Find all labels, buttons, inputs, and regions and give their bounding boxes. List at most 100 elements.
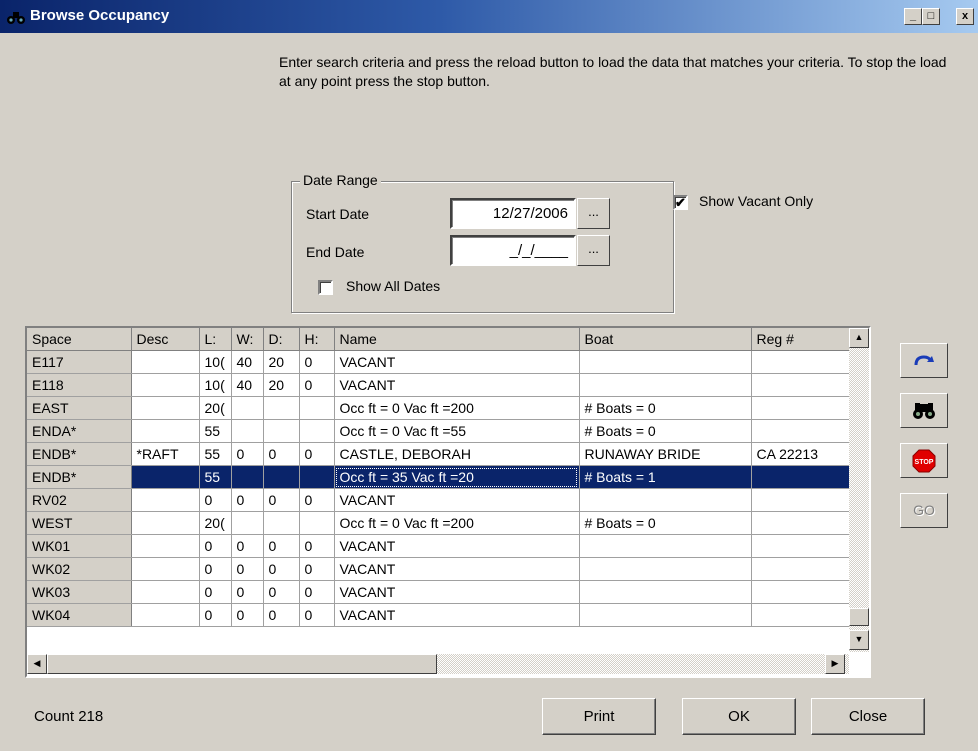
column-header-l[interactable]: L: — [199, 328, 232, 351]
scroll-right-arrow[interactable]: ▶ — [825, 654, 845, 674]
column-header-reg[interactable]: Reg # — [751, 328, 850, 351]
table-cell[interactable]: 0 — [263, 442, 300, 466]
table-cell[interactable]: 0 — [299, 557, 335, 581]
table-cell[interactable]: 55 — [199, 419, 232, 443]
table-cell[interactable]: EAST — [27, 396, 132, 420]
table-cell[interactable]: 0 — [299, 350, 335, 374]
table-cell[interactable] — [579, 373, 752, 397]
table-cell[interactable]: 0 — [263, 488, 300, 512]
table-cell[interactable]: 0 — [299, 488, 335, 512]
table-cell[interactable]: # Boats = 0 — [579, 511, 752, 535]
table-cell[interactable] — [579, 534, 752, 558]
table-cell[interactable]: CA 22213 — [751, 442, 850, 466]
table-cell[interactable]: 0 — [263, 534, 300, 558]
stop-button[interactable]: STOP — [900, 443, 948, 478]
table-cell[interactable]: 0 — [231, 442, 264, 466]
table-cell[interactable] — [231, 511, 264, 535]
table-cell[interactable]: VACANT — [334, 488, 580, 512]
table-cell[interactable]: WK03 — [27, 580, 132, 604]
table-row[interactable]: ENDA* 55 Occ ft = 0 Vac ft =55 # Boats = 0 — [27, 419, 850, 443]
table-cell[interactable] — [131, 419, 200, 443]
table-cell[interactable]: 0 — [299, 534, 335, 558]
table-cell[interactable]: WK01 — [27, 534, 132, 558]
table-cell[interactable]: ENDA* — [27, 419, 132, 443]
table-cell[interactable]: 0 — [199, 488, 232, 512]
table-cell[interactable]: 0 — [299, 442, 335, 466]
table-cell[interactable] — [579, 350, 752, 374]
scroll-up-arrow[interactable]: ▲ — [849, 328, 869, 348]
table-cell[interactable]: 55 — [199, 465, 232, 489]
table-cell[interactable] — [751, 557, 850, 581]
table-cell[interactable] — [299, 419, 335, 443]
go-button[interactable]: GO — [900, 493, 948, 528]
table-cell[interactable]: VACANT — [334, 534, 580, 558]
table-row[interactable]: WK04 0 0 0 0 VACANT — [27, 603, 850, 627]
table-cell[interactable]: Occ ft = 0 Vac ft =200 — [334, 511, 580, 535]
table-cell[interactable] — [263, 511, 300, 535]
table-cell[interactable]: WK04 — [27, 603, 132, 627]
table-cell[interactable]: RV02 — [27, 488, 132, 512]
table-cell[interactable]: WEST — [27, 511, 132, 535]
table-cell[interactable]: 40 — [231, 373, 264, 397]
horizontal-scrollbar[interactable]: ◀ ▶ — [27, 654, 849, 674]
start-date-field[interactable]: 12/27/2006 — [450, 198, 576, 229]
table-cell[interactable] — [231, 465, 264, 489]
table-cell[interactable]: 20( — [199, 511, 232, 535]
table-cell[interactable]: 20 — [263, 350, 300, 374]
scroll-down-arrow[interactable]: ▼ — [849, 630, 869, 650]
table-cell[interactable]: # Boats = 0 — [579, 419, 752, 443]
table-cell[interactable]: VACANT — [334, 373, 580, 397]
table-cell[interactable]: 0 — [231, 534, 264, 558]
table-cell[interactable] — [751, 419, 850, 443]
table-cell[interactable] — [751, 373, 850, 397]
search-button[interactable] — [900, 393, 948, 428]
table-cell[interactable]: # Boats = 1 — [579, 465, 752, 489]
table-cell[interactable] — [131, 373, 200, 397]
table-cell[interactable] — [299, 396, 335, 420]
table-cell[interactable]: 0 — [231, 488, 264, 512]
scroll-left-arrow[interactable]: ◀ — [27, 654, 47, 674]
table-cell[interactable] — [131, 396, 200, 420]
table-cell[interactable] — [579, 603, 752, 627]
table-cell[interactable] — [299, 465, 335, 489]
table-cell[interactable] — [131, 488, 200, 512]
table-cell[interactable] — [579, 488, 752, 512]
show-vacant-checkbox[interactable]: ✔ — [673, 195, 688, 210]
column-header-h[interactable]: H: — [299, 328, 335, 351]
table-row[interactable]: RV02 0 0 0 0 VACANT — [27, 488, 850, 512]
table-row[interactable]: WK03 0 0 0 0 VACANT — [27, 580, 850, 604]
table-cell[interactable] — [579, 580, 752, 604]
table-cell[interactable]: VACANT — [334, 350, 580, 374]
print-button[interactable]: Print — [542, 698, 656, 735]
column-header-w[interactable]: W: — [231, 328, 264, 351]
table-cell[interactable] — [751, 603, 850, 627]
table-row[interactable]: ENDB* 55 Occ ft = 35 Vac ft =20 # Boats = 1 — [27, 465, 850, 489]
table-row[interactable]: EAST 20(Occ ft = 0 Vac ft =200 # Boats = 0 — [27, 396, 850, 420]
table-cell[interactable]: 0 — [299, 580, 335, 604]
table-cell[interactable] — [751, 511, 850, 535]
table-cell[interactable]: 10( — [199, 373, 232, 397]
table-cell[interactable]: WK02 — [27, 557, 132, 581]
table-cell[interactable]: 0 — [199, 580, 232, 604]
table-row[interactable]: WEST 20( Occ ft = 0 Vac ft =200 # Boats = 0 — [27, 511, 850, 535]
table-cell[interactable]: 0 — [299, 373, 335, 397]
column-header-space[interactable]: Space — [27, 328, 132, 351]
table-cell[interactable] — [263, 396, 300, 420]
close-button[interactable]: Close — [811, 698, 925, 735]
table-cell[interactable] — [751, 396, 850, 420]
close-window-button[interactable]: x — [956, 8, 974, 25]
table-cell[interactable]: Occ ft = 0 Vac ft =200 — [334, 396, 580, 420]
table-cell[interactable] — [131, 511, 200, 535]
table-row[interactable]: E117 10(40 20 0 VACANT — [27, 350, 850, 374]
table-cell[interactable]: 0 — [231, 603, 264, 627]
vertical-scrollbar[interactable]: ▲ ▼ — [849, 328, 869, 652]
table-cell[interactable]: 0 — [263, 580, 300, 604]
table-cell[interactable] — [231, 396, 264, 420]
reload-button[interactable] — [900, 343, 948, 378]
table-cell[interactable] — [751, 350, 850, 374]
column-header-boat[interactable]: Boat — [579, 328, 752, 351]
show-all-dates-checkbox[interactable] — [318, 280, 333, 295]
table-cell[interactable]: 0 — [199, 534, 232, 558]
table-cell[interactable] — [263, 419, 300, 443]
table-cell[interactable]: # Boats = 0 — [579, 396, 752, 420]
